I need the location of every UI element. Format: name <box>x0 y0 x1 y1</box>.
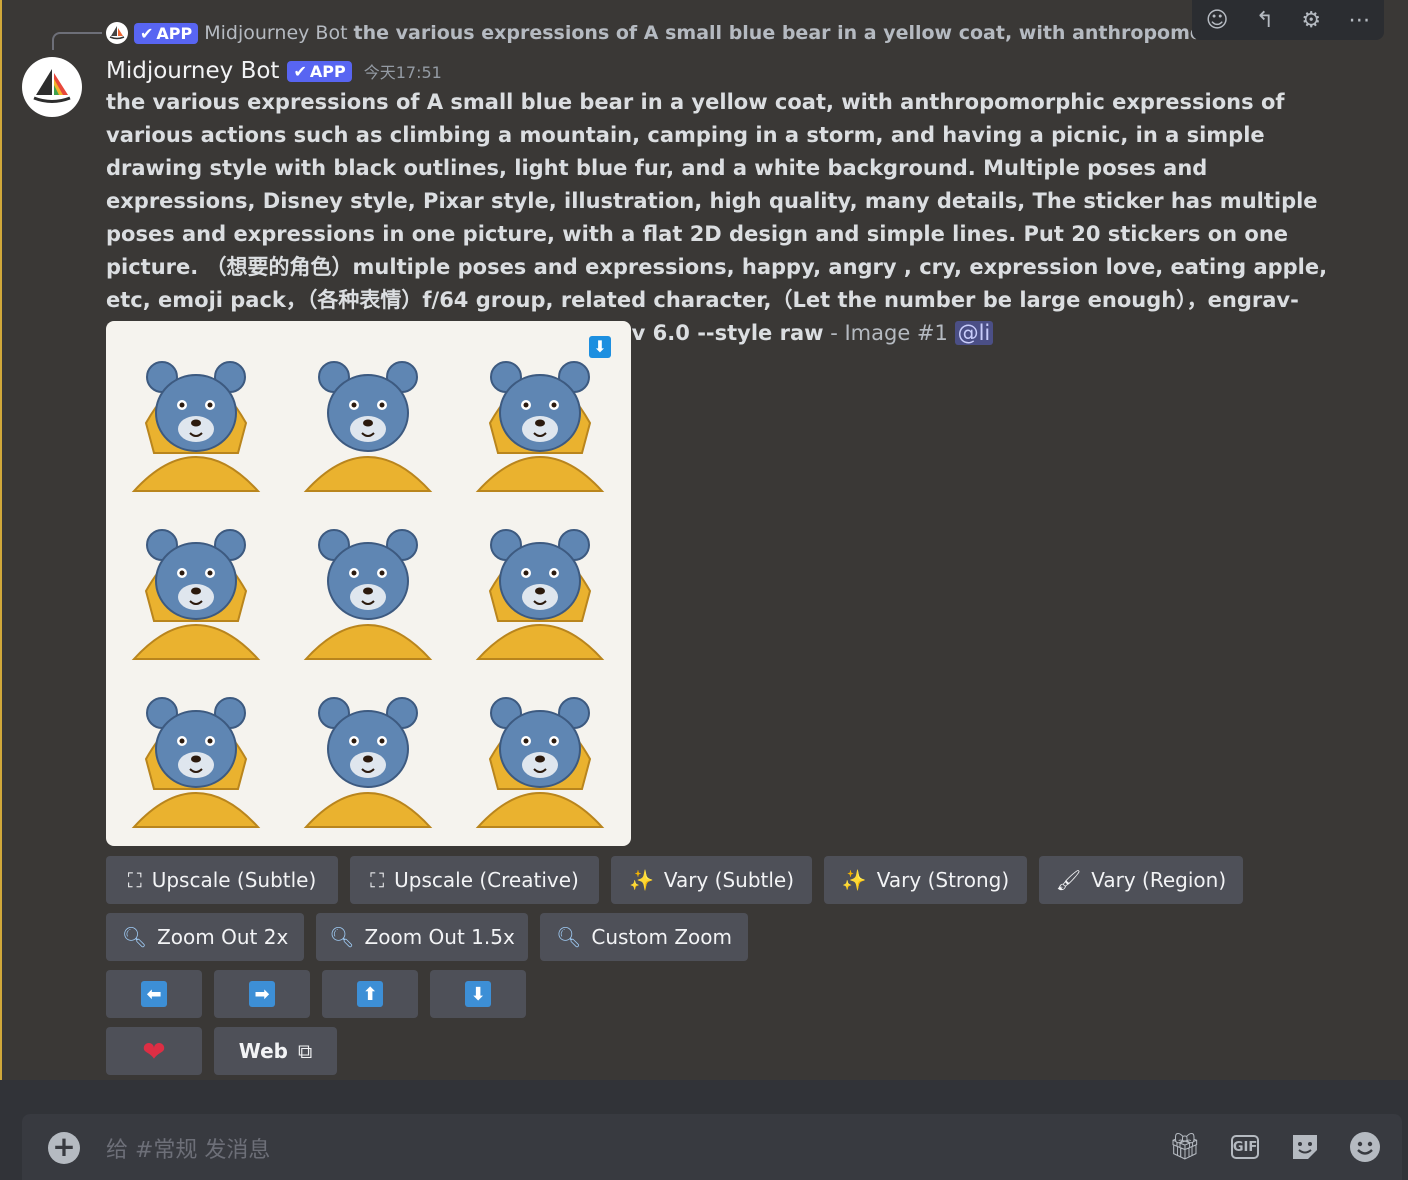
prompt-text: the various expressions of A small blue … <box>106 90 1328 345</box>
arrow-up-icon: ⬆ <box>357 981 383 1007</box>
zoom-out-1-5x-button[interactable]: 🔍︎ Zoom Out 1.5x <box>316 913 528 961</box>
gift-icon[interactable]: 🎁︎ <box>1168 1130 1202 1164</box>
arrow-up-button[interactable]: ⬆ <box>322 970 418 1018</box>
zoom-out-2x-button[interactable]: 🔍︎ Zoom Out 2x <box>106 913 304 961</box>
image-suffix: - Image #1 <box>823 321 955 345</box>
app-tag: ✔ APP <box>134 22 199 44</box>
message-header: Midjourney Bot ✔ APP 今天17:51 <box>106 55 442 87</box>
button-label: Vary (Region) <box>1091 868 1227 892</box>
reply-text[interactable]: the various expressions of A small blue … <box>354 22 1196 44</box>
arrow-right-icon: ➡ <box>249 981 275 1007</box>
message-content: the various expressions of A small blue … <box>106 86 1336 350</box>
emoji-icon[interactable] <box>1348 1130 1382 1164</box>
check-icon: ✔ <box>140 23 154 43</box>
button-label: Upscale (Subtle) <box>151 868 317 892</box>
magic-wand-icon: ✨ <box>628 868 654 892</box>
bear-sticker <box>303 361 433 492</box>
arrow-left-icon: ⬅ <box>141 981 167 1007</box>
bot-avatar[interactable] <box>22 57 82 117</box>
external-link-icon: ⧉ <box>297 1039 313 1063</box>
app-tag: ✔ APP <box>287 60 352 82</box>
gif-icon: GIF <box>1231 1135 1259 1159</box>
add-attachment-button[interactable]: + <box>48 1132 80 1164</box>
generated-image[interactable]: ⬇ <box>106 321 631 846</box>
check-icon: ✔ <box>293 61 307 81</box>
message-input[interactable]: 给 #常规 发消息 <box>106 1132 270 1164</box>
reply-author[interactable]: Midjourney Bot <box>204 22 347 44</box>
magnifier-icon: 🔍︎ <box>555 925 582 949</box>
expand-icon: ⛶ <box>370 868 385 892</box>
heart-button[interactable]: ❤ <box>106 1027 202 1075</box>
paintbrush-icon: 🖌︎ <box>1055 868 1082 892</box>
expand-icon: ⛶ <box>127 868 142 892</box>
arrow-left-button[interactable]: ⬅ <box>106 970 202 1018</box>
button-label: Web <box>238 1039 288 1063</box>
bear-sticker <box>131 361 261 492</box>
magic-wand-icon: ✨ <box>841 868 867 892</box>
vary-region-button[interactable]: 🖌︎ Vary (Region) <box>1039 856 1243 904</box>
bear-sticker <box>131 529 261 660</box>
author-name[interactable]: Midjourney Bot <box>106 58 279 84</box>
button-label: Vary (Strong) <box>876 868 1010 892</box>
bear-sticker-grid <box>131 361 605 828</box>
message-container: ✔ APP Midjourney Bot the various expressi… <box>0 0 1408 1080</box>
bear-sticker <box>475 361 605 492</box>
upscale-creative-button[interactable]: ⛶ Upscale (Creative) <box>350 856 599 904</box>
upscale-subtle-button[interactable]: ⛶ Upscale (Subtle) <box>106 856 338 904</box>
reply-connector <box>52 32 102 50</box>
message-composer[interactable]: + 给 #常规 发消息 🎁︎ GIF <box>22 1114 1402 1180</box>
magnifier-icon: 🔍︎ <box>329 925 355 949</box>
more-icon[interactable]: ⋯ <box>1348 8 1370 33</box>
vary-subtle-button[interactable]: ✨ Vary (Subtle) <box>611 856 812 904</box>
heart-icon: ❤ <box>142 1034 166 1068</box>
bot-mini-avatar[interactable] <box>106 22 128 44</box>
bear-sticker <box>131 697 261 828</box>
button-label: Zoom Out 2x <box>157 925 289 949</box>
custom-zoom-button[interactable]: 🔍︎ Custom Zoom <box>540 913 748 961</box>
button-label: Upscale (Creative) <box>394 868 579 892</box>
gif-button[interactable]: GIF <box>1228 1130 1262 1164</box>
reply-preview[interactable]: ✔ APP Midjourney Bot the various expressi… <box>106 20 1196 46</box>
arrow-down-button[interactable]: ⬇ <box>430 970 526 1018</box>
highlight-bar <box>0 0 2 1080</box>
button-label: Vary (Subtle) <box>663 868 795 892</box>
bear-sticker <box>303 529 433 660</box>
bear-sticker <box>303 697 433 828</box>
reply-icon[interactable]: ↰ <box>1256 8 1274 33</box>
add-reaction-icon[interactable]: ☺ <box>1206 8 1229 33</box>
magnifier-icon: 🔍︎ <box>121 925 148 949</box>
button-label: Zoom Out 1.5x <box>364 925 515 949</box>
bear-sticker <box>475 697 605 828</box>
sailboat-logo-icon <box>33 69 71 103</box>
arrow-down-icon: ⬇ <box>465 981 491 1007</box>
message-hover-toolbar: ☺ ↰ ⚙ ⋯ <box>1192 0 1384 40</box>
sticker-icon[interactable] <box>1288 1130 1322 1164</box>
user-mention[interactable]: @li <box>954 321 994 345</box>
timestamp: 今天17:51 <box>363 63 442 82</box>
arrow-right-button[interactable]: ➡ <box>214 970 310 1018</box>
vary-strong-button[interactable]: ✨ Vary (Strong) <box>824 856 1027 904</box>
apps-icon[interactable]: ⚙ <box>1301 8 1321 33</box>
web-button[interactable]: Web ⧉ <box>214 1027 337 1075</box>
download-icon[interactable]: ⬇ <box>589 336 611 358</box>
bear-sticker <box>475 529 605 660</box>
button-label: Custom Zoom <box>591 925 733 949</box>
